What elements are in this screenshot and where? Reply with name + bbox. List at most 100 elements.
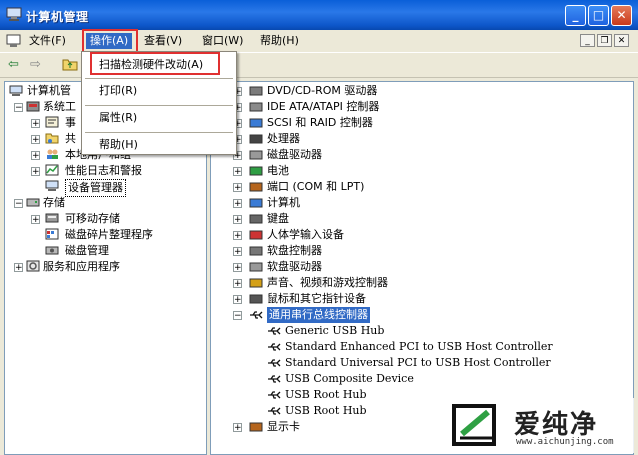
expand-toggle[interactable]: + bbox=[233, 199, 242, 209]
device-category-icon bbox=[249, 278, 263, 288]
usb-device-item[interactable]: USB Composite Device bbox=[285, 371, 414, 387]
tree-node[interactable]: 共 bbox=[65, 131, 76, 147]
menu-view[interactable]: 查看(V) bbox=[144, 33, 182, 49]
expand-toggle[interactable]: + bbox=[233, 215, 242, 225]
mdi-close-button[interactable]: ✕ bbox=[614, 34, 629, 47]
device-category-item[interactable]: 键盘 bbox=[267, 211, 289, 227]
tree-node[interactable]: 系统工 bbox=[43, 99, 76, 115]
usb-plug-icon bbox=[268, 375, 281, 383]
device-category-item[interactable]: 端口 (COM 和 LPT) bbox=[267, 179, 364, 195]
tree-node[interactable]: 可移动存储 bbox=[65, 211, 120, 227]
expand-toggle[interactable]: + bbox=[31, 119, 40, 129]
expand-toggle[interactable]: + bbox=[233, 183, 242, 193]
menu-separator bbox=[85, 132, 233, 133]
storage-icon bbox=[26, 198, 40, 207]
tree-node[interactable]: 服务和应用程序 bbox=[43, 259, 120, 275]
device-category-item[interactable]: 通用串行总线控制器 bbox=[267, 307, 370, 323]
device-category-item[interactable]: 软盘驱动器 bbox=[267, 259, 322, 275]
expand-toggle[interactable]: + bbox=[31, 151, 40, 161]
device-category-item[interactable]: DVD/CD-ROM 驱动器 bbox=[267, 83, 377, 99]
device-category-icon bbox=[249, 262, 263, 272]
device-category-item[interactable]: 电池 bbox=[267, 163, 289, 179]
tree-node-device-manager[interactable]: 设备管理器 bbox=[65, 179, 126, 197]
device-category-icon bbox=[249, 166, 263, 176]
expand-toggle[interactable]: + bbox=[233, 423, 242, 433]
menu-item-properties[interactable]: 属性(R) bbox=[99, 110, 137, 126]
device-category-icon bbox=[249, 230, 263, 240]
usb-device-item[interactable]: USB Root Hub bbox=[285, 403, 367, 419]
tree-node[interactable]: 性能日志和警报 bbox=[65, 163, 142, 179]
expand-toggle[interactable]: + bbox=[31, 167, 40, 177]
expand-toggle[interactable]: + bbox=[233, 295, 242, 305]
mdi-minimize-button[interactable]: _ bbox=[580, 34, 595, 47]
device-category-icon bbox=[249, 134, 263, 144]
device-manager-icon bbox=[45, 180, 59, 191]
tree-node[interactable]: 计算机管 bbox=[27, 83, 71, 99]
menu-help[interactable]: 帮助(H) bbox=[260, 33, 299, 49]
window-title: 计算机管理 bbox=[26, 10, 89, 24]
menu-separator bbox=[85, 78, 233, 79]
performance-logs-icon bbox=[45, 164, 59, 176]
close-icon: ✕ bbox=[616, 8, 627, 22]
menu-file[interactable]: 文件(F) bbox=[29, 33, 66, 49]
tree-node[interactable]: 存储 bbox=[43, 195, 65, 211]
expand-toggle[interactable]: + bbox=[233, 247, 242, 257]
event-viewer-icon bbox=[45, 116, 59, 128]
expand-toggle[interactable]: + bbox=[14, 263, 23, 273]
mmc-document-icon[interactable] bbox=[6, 34, 22, 48]
usb-device-item[interactable]: Generic USB Hub bbox=[285, 323, 384, 339]
device-category-icon bbox=[249, 150, 263, 160]
maximize-button[interactable]: □ bbox=[588, 5, 609, 26]
device-category-item[interactable]: 人体学输入设备 bbox=[267, 227, 344, 243]
minimize-icon: _ bbox=[572, 8, 579, 22]
usb-device-item[interactable]: Standard Universal PCI to USB Host Contr… bbox=[285, 355, 551, 371]
mdi-restore-button[interactable]: ❐ bbox=[597, 34, 612, 47]
device-category-item[interactable]: 计算机 bbox=[267, 195, 300, 211]
menu-window[interactable]: 窗口(W) bbox=[202, 33, 243, 49]
aichunjing-logo-icon bbox=[452, 404, 496, 446]
collapse-toggle[interactable]: − bbox=[14, 103, 23, 113]
tree-node[interactable]: 磁盘碎片整理程序 bbox=[65, 227, 153, 243]
watermark-brand: 爱纯净 bbox=[514, 410, 599, 440]
collapse-toggle[interactable]: − bbox=[14, 199, 23, 209]
device-category-item[interactable]: 显示卡 bbox=[267, 419, 300, 435]
expand-toggle[interactable]: + bbox=[233, 263, 242, 273]
minimize-button[interactable]: _ bbox=[565, 5, 586, 26]
expand-toggle[interactable]: + bbox=[31, 135, 40, 145]
computer-management-window: 计算机管理 _ □ ✕ 文件(F) 操作(A) 查看(V) 窗口(W) 帮助(H… bbox=[0, 0, 638, 455]
device-category-icon bbox=[249, 422, 263, 432]
expand-toggle[interactable]: + bbox=[233, 231, 242, 241]
device-category-item[interactable]: 声音、视频和游戏控制器 bbox=[267, 275, 388, 291]
menu-item-print[interactable]: 打印(R) bbox=[99, 83, 137, 99]
up-folder-icon[interactable] bbox=[62, 57, 78, 71]
close-button[interactable]: ✕ bbox=[611, 5, 632, 26]
device-category-item[interactable]: IDE ATA/ATAPI 控制器 bbox=[267, 99, 379, 115]
expand-toggle[interactable]: + bbox=[233, 279, 242, 289]
usb-plug-icon bbox=[268, 359, 281, 367]
device-category-icon bbox=[249, 198, 263, 208]
title-bar[interactable]: 计算机管理 _ □ ✕ bbox=[0, 0, 638, 30]
device-category-item[interactable]: 磁盘驱动器 bbox=[267, 147, 322, 163]
removable-storage-icon bbox=[45, 213, 59, 223]
services-icon bbox=[26, 260, 40, 272]
expand-toggle[interactable]: + bbox=[31, 215, 40, 225]
device-category-item[interactable]: 鼠标和其它指针设备 bbox=[267, 291, 366, 307]
tree-node[interactable]: 事 bbox=[65, 115, 76, 131]
action-menu-highlight bbox=[82, 29, 138, 53]
collapse-toggle[interactable]: − bbox=[233, 311, 242, 321]
device-category-item[interactable]: SCSI 和 RAID 控制器 bbox=[267, 115, 373, 131]
tree-node[interactable]: 磁盘管理 bbox=[65, 243, 109, 259]
usb-plug-icon bbox=[250, 311, 263, 319]
usb-device-item[interactable]: Standard Enhanced PCI to USB Host Contro… bbox=[285, 339, 553, 355]
computer-management-icon bbox=[6, 7, 22, 21]
maximize-icon: □ bbox=[592, 8, 605, 22]
menu-item-help[interactable]: 帮助(H) bbox=[99, 137, 138, 153]
expand-toggle[interactable]: + bbox=[233, 167, 242, 177]
forward-arrow-icon[interactable]: ⇨ bbox=[30, 57, 41, 72]
usb-device-item[interactable]: USB Root Hub bbox=[285, 387, 367, 403]
device-category-icon bbox=[249, 118, 263, 128]
device-category-item[interactable]: 软盘控制器 bbox=[267, 243, 322, 259]
back-arrow-icon[interactable]: ⇦ bbox=[8, 57, 19, 72]
users-icon bbox=[47, 149, 58, 159]
device-category-item[interactable]: 处理器 bbox=[267, 131, 300, 147]
